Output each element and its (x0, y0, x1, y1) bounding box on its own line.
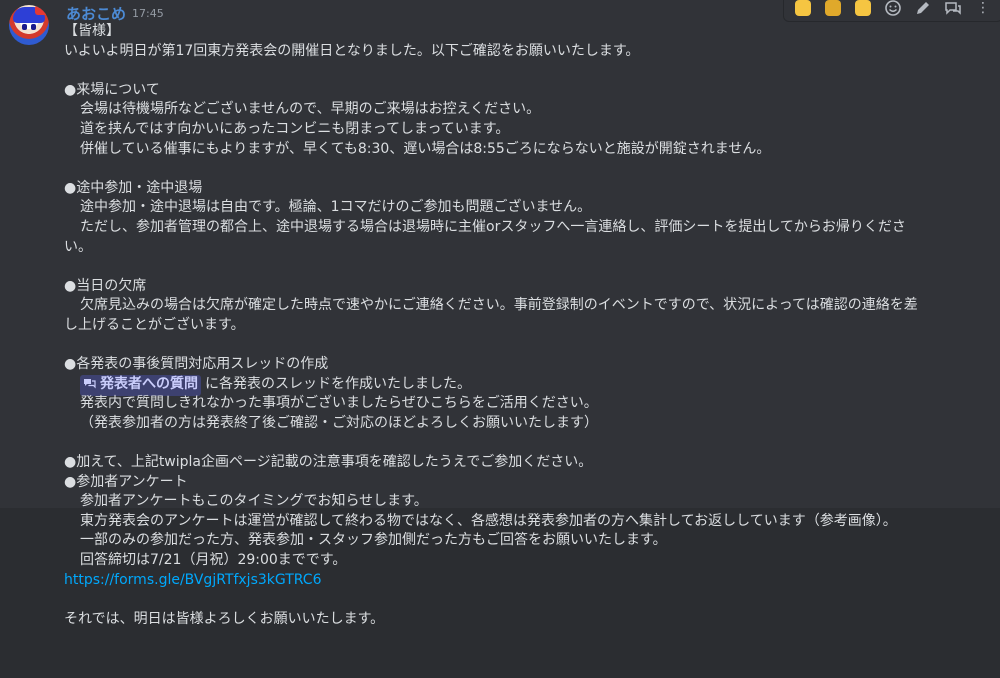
section-heading: ●当日の欠席 (64, 277, 147, 294)
text-line: （発表参加者の方は発表終了後ご確認・ご対応のほどよろしくお願いいたします） (80, 414, 598, 431)
section-heading: ●来場について (64, 81, 160, 98)
timestamp[interactable]: 17:45 (132, 7, 164, 20)
text-line: い。 (64, 238, 92, 255)
message-toolbar: ⋮ (783, 0, 1000, 22)
edit-icon[interactable] (913, 0, 933, 18)
form-link[interactable]: https://forms.gle/BVgjRTfxjs3kGTRC6 (64, 571, 989, 591)
thread-mention[interactable]: 発表者への質問 (80, 374, 201, 397)
reaction-emoji-1[interactable] (793, 0, 813, 18)
add-reaction-icon[interactable] (883, 0, 903, 18)
closing-line: それでは、明日は皆様よろしくお願いいたします。 (64, 610, 385, 627)
text-line: 欠席見込みの場合は欠席が確定した時点で速やかにご連絡ください。事前登録制のイベン… (80, 297, 918, 314)
reaction-emoji-2[interactable] (823, 0, 843, 18)
section-heading: ●参加者アンケート (64, 473, 188, 490)
text-line: 東方発表会のアンケートは運営が確認して終わる物ではなく、各感想は発表参加者の方へ… (80, 512, 897, 529)
user-avatar[interactable] (9, 5, 49, 45)
greeting-line: 【皆様】 (64, 23, 120, 39)
message-content: 【皆様】 いよいよ明日が第17回東方発表会の開催日となりました。以下ご確認をお願… (64, 22, 989, 629)
username[interactable]: あおこめ (66, 3, 126, 24)
text-line: し上げることがございます。 (64, 316, 245, 333)
section-heading: ●加えて、上記twipla企画ページ記載の注意事項を確認したうえでご参加ください… (64, 454, 593, 471)
text-line: 会場は待機場所などございませんので、早期のご来場はお控えください。 (80, 101, 541, 118)
thread-icon[interactable] (943, 0, 963, 18)
section-heading: ●各発表の事後質問対応用スレッドの作成 (64, 356, 329, 373)
mention-rest: に各発表のスレッドを作成いたしました。 (205, 375, 471, 392)
text-line: 一部のみの参加だった方、発表参加・スタッフ参加側だった方もご回答をお願いいたしま… (80, 532, 667, 549)
text-line: 参加者アンケートもこのタイミングでお知らせします。 (80, 493, 428, 510)
text-line: 発表内で質問しきれなかった事項がございましたらぜひこちらをご活用ください。 (80, 395, 598, 412)
text-line: 併催している催事にもよりますが、早くても8:30、遅い場合は8:55ごろにならな… (80, 140, 771, 157)
text-line: ただし、参加者管理の都合上、途中退場する場合は退場時に主催orスタッフへ一言連絡… (80, 218, 906, 235)
text-line: 発表者への質問 に各発表のスレッドを作成いたしました。 (64, 374, 989, 397)
text-line: 道を挟んではす向かいにあったコンビニも閉まってしまっています。 (80, 120, 510, 137)
text-line: 途中参加・途中退場は自由です。極論、1コマだけのご参加も問題ございません。 (80, 199, 592, 216)
reaction-emoji-3[interactable] (853, 0, 873, 18)
mention-label: 発表者への質問 (100, 375, 198, 392)
section-heading: ●途中参加・途中退場 (64, 179, 203, 196)
intro-line: いよいよ明日が第17回東方発表会の開催日となりました。以下ご確認をお願いいたしま… (64, 42, 640, 59)
more-icon[interactable]: ⋮ (973, 0, 993, 18)
text-line: 回答締切は7/21（月祝）29:00までです。 (80, 552, 347, 569)
